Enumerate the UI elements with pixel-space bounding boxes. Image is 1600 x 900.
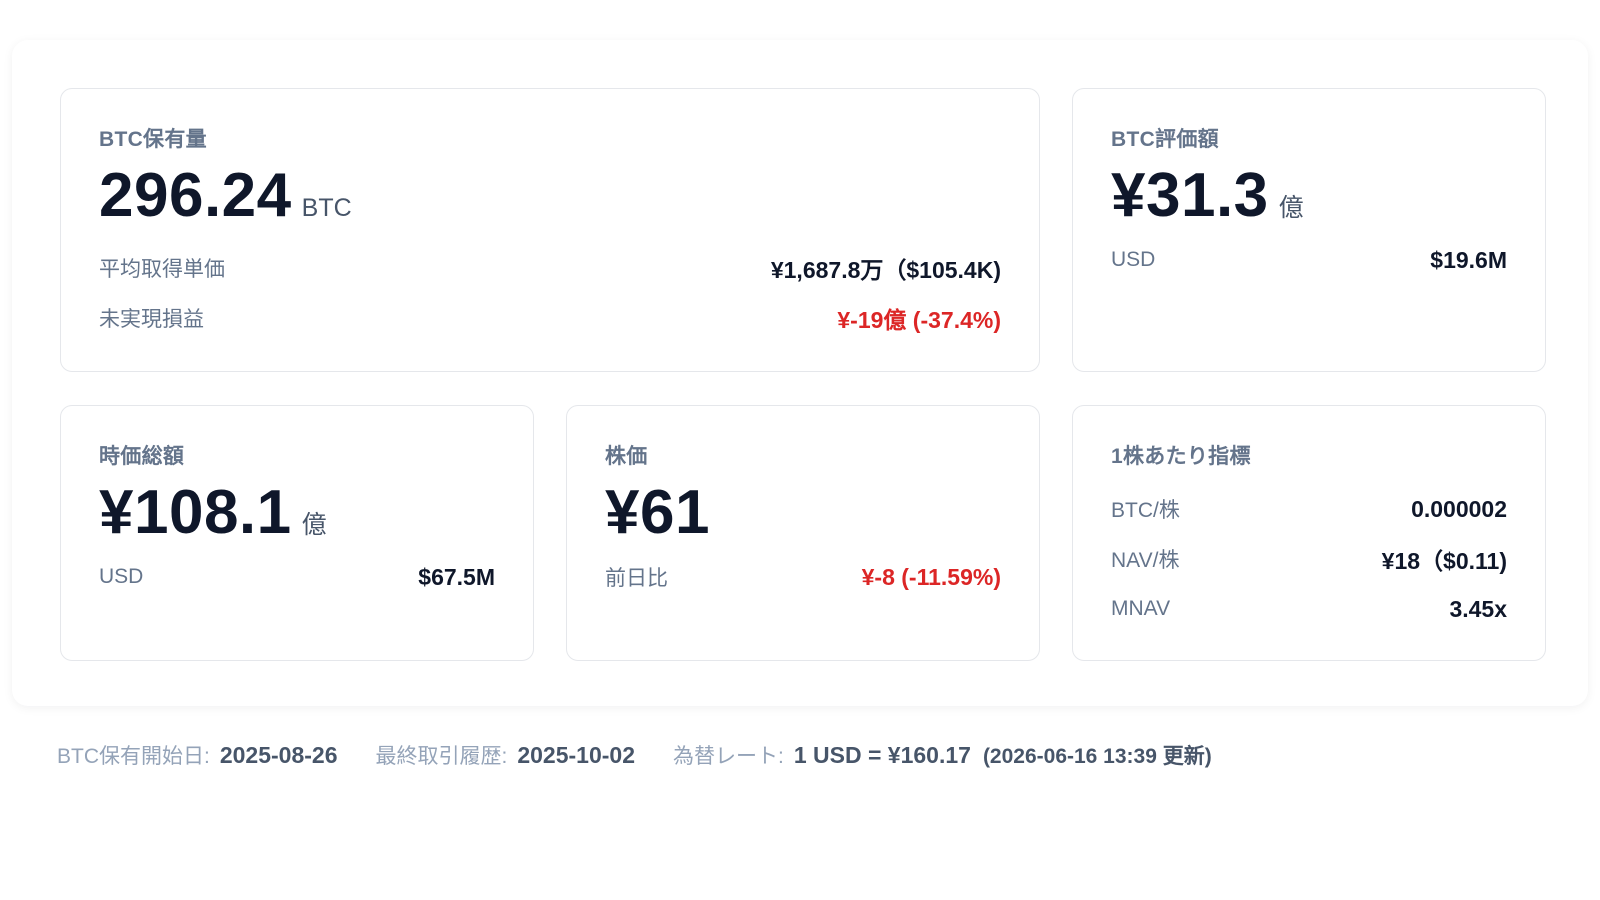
- nav-per-share-value: ¥18（$0.11): [1381, 548, 1507, 574]
- footer-info: BTC保有開始日: 2025-08-26 最終取引履歴: 2025-10-02 …: [57, 740, 1212, 770]
- fx-updated-note: (2026-06-16 13:39 更新): [982, 745, 1212, 768]
- avg-cost-row: 平均取得単価 ¥1,687.8万（$105.4K): [99, 243, 1001, 293]
- market-cap-title: 時価総額: [99, 445, 185, 468]
- btc-holdings-value: 296.24: [99, 161, 292, 230]
- unrealized-pl-row: 未実現損益 ¥-19億 (-37.4%): [99, 293, 1001, 343]
- avg-cost-value: ¥1,687.8万（$105.4K): [770, 257, 1001, 283]
- btc-per-share-value: 0.000002: [1411, 495, 1507, 522]
- btc-valuation-card: BTC評価額 ¥31.3 億 USD $19.6M: [1072, 88, 1546, 372]
- mnav-label: MNAV: [1111, 597, 1171, 620]
- btc-valuation-title: BTC評価額: [1111, 128, 1219, 151]
- mnav-row: MNAV 3.45x: [1111, 584, 1507, 634]
- btc-holdings-card: BTC保有量 296.24 BTC 平均取得単価 ¥1,687.8万（$105.…: [60, 88, 1040, 372]
- market-cap-unit: 億: [301, 511, 327, 539]
- btc-valuation-value: ¥31.3: [1111, 161, 1269, 230]
- unrealized-pl-label: 未実現損益: [99, 308, 204, 331]
- holding-start-value: 2025-08-26: [219, 741, 338, 768]
- stock-price-card: 株価 ¥61 前日比 ¥-8 (-11.59%): [566, 405, 1040, 661]
- fx-rate-label: 為替レート:: [673, 745, 784, 768]
- btc-holdings-unit: BTC: [301, 194, 352, 222]
- holding-start-label: BTC保有開始日:: [57, 745, 210, 768]
- btc-valuation-unit: 億: [1278, 194, 1304, 222]
- stock-price-title: 株価: [605, 445, 648, 468]
- btc-valuation-usd-label: USD: [1111, 248, 1156, 271]
- per-share-metrics-title: 1株あたり指標: [1111, 445, 1251, 468]
- btc-valuation-usd-row: USD $19.6M: [1111, 235, 1507, 285]
- last-trade-label: 最終取引履歴:: [375, 745, 508, 768]
- unrealized-pl-value: ¥-19億 (-37.4%): [837, 307, 1001, 333]
- day-change-label: 前日比: [605, 567, 668, 590]
- last-trade-value: 2025-10-02: [517, 741, 635, 768]
- fx-rate-value: 1 USD = ¥160.17: [793, 741, 971, 768]
- day-change-row: 前日比 ¥-8 (-11.59%): [605, 552, 1001, 602]
- market-cap-usd-row: USD $67.5M: [99, 552, 495, 602]
- mnav-value: 3.45x: [1449, 595, 1507, 622]
- market-cap-card: 時価総額 ¥108.1 億 USD $67.5M: [60, 405, 534, 661]
- nav-per-share-label: NAV/株: [1111, 549, 1180, 572]
- day-change-value: ¥-8 (-11.59%): [861, 563, 1001, 590]
- btc-holdings-title: BTC保有量: [99, 128, 207, 151]
- btc-per-share-row: BTC/株 0.000002: [1111, 484, 1507, 534]
- btc-per-share-label: BTC/株: [1111, 499, 1180, 522]
- market-cap-usd-value: $67.5M: [418, 563, 495, 590]
- stock-price-value: ¥61: [605, 478, 710, 547]
- market-cap-value: ¥108.1: [99, 478, 292, 547]
- nav-per-share-row: NAV/株 ¥18（$0.11): [1111, 534, 1507, 584]
- market-cap-usd-label: USD: [99, 565, 144, 588]
- summary-panel: BTC保有量 296.24 BTC 平均取得単価 ¥1,687.8万（$105.…: [12, 40, 1588, 706]
- btc-valuation-usd-value: $19.6M: [1430, 246, 1507, 273]
- per-share-metrics-card: 1株あたり指標 BTC/株 0.000002 NAV/株 ¥18（$0.11) …: [1072, 405, 1546, 661]
- avg-cost-label: 平均取得単価: [99, 258, 225, 281]
